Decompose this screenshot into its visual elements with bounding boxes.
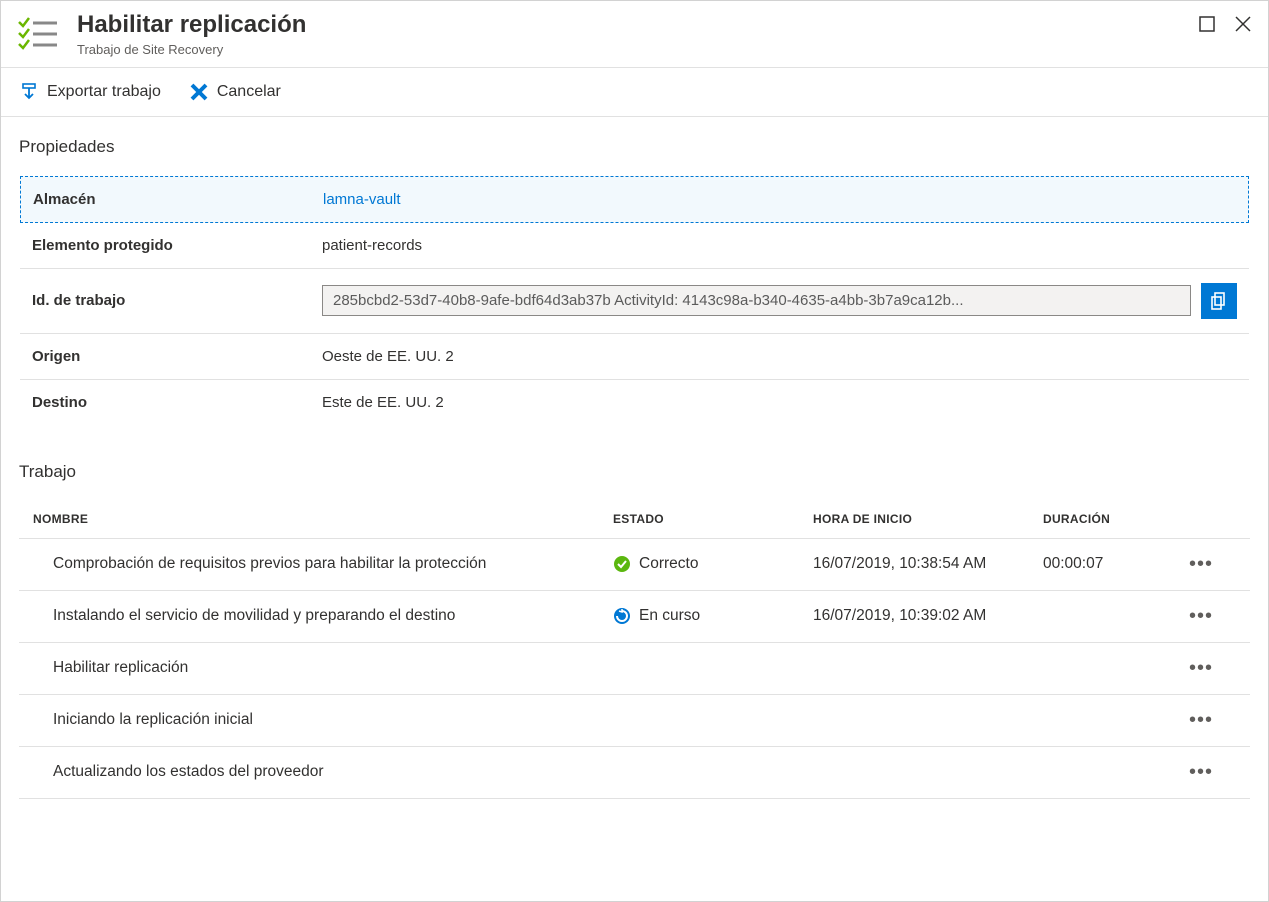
property-label: Almacén: [33, 191, 323, 208]
more-actions-button[interactable]: •••: [1189, 709, 1213, 731]
column-header-name[interactable]: NOMBRE: [33, 512, 613, 526]
page-title: Habilitar replicación: [77, 11, 1198, 40]
property-label: Elemento protegido: [32, 237, 322, 254]
cancel-button[interactable]: Cancelar: [189, 82, 281, 102]
maximize-icon[interactable]: [1198, 15, 1216, 33]
job-name: Actualizando los estados del proveedor: [33, 763, 613, 781]
job-start-time: 16/07/2019, 10:38:54 AM: [813, 555, 1043, 573]
property-label: Destino: [32, 394, 322, 411]
content: Propiedades Almacén lamna-vault Elemento…: [1, 117, 1268, 819]
vault-link[interactable]: lamna-vault: [323, 191, 401, 208]
column-header-state[interactable]: ESTADO: [613, 512, 813, 526]
job-state: Correcto: [613, 555, 813, 573]
jobs-table-header: NOMBRE ESTADO HORA DE INICIO DURACIÓN: [19, 500, 1250, 539]
more-actions-button[interactable]: •••: [1189, 657, 1213, 679]
more-actions-button[interactable]: •••: [1189, 761, 1213, 783]
more-actions-button[interactable]: •••: [1189, 553, 1213, 575]
header-titles: Habilitar replicación Trabajo de Site Re…: [77, 11, 1198, 57]
close-icon[interactable]: [1234, 15, 1252, 33]
properties-section-title: Propiedades: [19, 137, 1250, 157]
property-value: Este de EE. UU. 2: [322, 394, 1237, 411]
job-start-time: 16/07/2019, 10:39:02 AM: [813, 607, 1043, 625]
table-row[interactable]: Iniciando la replicación inicial •••: [19, 695, 1250, 747]
table-row[interactable]: Actualizando los estados del proveedor ••…: [19, 747, 1250, 799]
job-name: Iniciando la replicación inicial: [33, 711, 613, 729]
job-list-icon: [17, 13, 59, 55]
job-name: Instalando el servicio de movilidad y pr…: [33, 607, 613, 625]
header-actions: [1198, 15, 1252, 33]
toolbar: Exportar trabajo Cancelar: [1, 68, 1268, 117]
export-job-button[interactable]: Exportar trabajo: [19, 82, 161, 102]
property-value: Oeste de EE. UU. 2: [322, 348, 1237, 365]
job-name: Habilitar replicación: [33, 659, 613, 677]
table-row[interactable]: Habilitar replicación •••: [19, 643, 1250, 695]
property-row-destination[interactable]: Destino Este de EE. UU. 2: [20, 380, 1249, 425]
export-job-label: Exportar trabajo: [47, 83, 161, 101]
property-row-job-id[interactable]: Id. de trabajo 285bcbd2-53d7-40b8-9afe-b…: [20, 269, 1249, 334]
cancel-label: Cancelar: [217, 83, 281, 101]
property-value: patient-records: [322, 237, 1237, 254]
job-panel: Habilitar replicación Trabajo de Site Re…: [0, 0, 1269, 902]
jobs-table: NOMBRE ESTADO HORA DE INICIO DURACIÓN Co…: [19, 500, 1250, 799]
property-row-vault[interactable]: Almacén lamna-vault: [20, 176, 1249, 223]
export-icon: [19, 82, 39, 102]
in-progress-icon: [613, 607, 631, 625]
job-name: Comprobación de requisitos previos para …: [33, 555, 613, 573]
panel-header: Habilitar replicación Trabajo de Site Re…: [1, 1, 1268, 68]
table-row[interactable]: Instalando el servicio de movilidad y pr…: [19, 591, 1250, 643]
more-actions-button[interactable]: •••: [1189, 605, 1213, 627]
success-icon: [613, 555, 631, 573]
job-id-field[interactable]: 285bcbd2-53d7-40b8-9afe-bdf64d3ab37b Act…: [322, 285, 1191, 316]
copy-icon: [1209, 291, 1229, 311]
property-label: Origen: [32, 348, 322, 365]
job-duration: 00:00:07: [1043, 555, 1173, 573]
property-label: Id. de trabajo: [32, 292, 322, 309]
table-row[interactable]: Comprobación de requisitos previos para …: [19, 539, 1250, 591]
job-state: En curso: [613, 607, 813, 625]
cancel-icon: [189, 82, 209, 102]
column-header-start[interactable]: HORA DE INICIO: [813, 512, 1043, 526]
property-row-protected-item[interactable]: Elemento protegido patient-records: [20, 223, 1249, 269]
page-subtitle: Trabajo de Site Recovery: [77, 42, 1198, 57]
property-row-origin[interactable]: Origen Oeste de EE. UU. 2: [20, 334, 1249, 380]
column-header-duration[interactable]: DURACIÓN: [1043, 512, 1173, 526]
properties-table: Almacén lamna-vault Elemento protegido p…: [19, 175, 1250, 426]
jobs-section-title: Trabajo: [19, 462, 1250, 482]
copy-button[interactable]: [1201, 283, 1237, 319]
